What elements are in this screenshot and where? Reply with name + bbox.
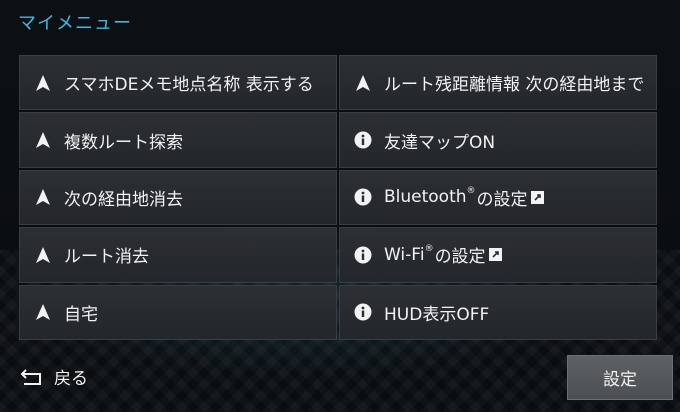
navigation-arrow-icon [354,74,372,92]
menu-item-label: 友達マップON [384,132,496,153]
menu-item-home[interactable]: 自宅 [19,284,337,340]
menu-item-label: Bluetooth ® の設定 [384,185,544,210]
navigation-arrow-icon [34,246,52,264]
label-main: Bluetooth [384,187,467,208]
info-icon [354,188,372,206]
menu-item-label: 自宅 [64,304,98,325]
menu-item-delete-next-waypoint[interactable]: 次の経由地消去 [19,169,337,226]
external-link-icon [530,190,544,204]
menu-item-label: ルート残距離情報 次の経由地まで [384,75,645,96]
info-icon [354,303,372,321]
menu-item-delete-route[interactable]: ルート消去 [19,227,337,283]
menu-item-friend-map-on[interactable]: 友達マップON [339,112,657,168]
menu-item-label: ルート消去 [64,247,149,268]
menu-grid: スマホDEメモ地点名称 表示する ルート残距離情報 次の経由地まで 複数ルート探… [18,55,658,342]
page-title: マイメニュー [18,13,132,34]
menu-item-multi-route-search[interactable]: 複数ルート探索 [19,112,337,168]
label-suffix: の設定 [434,247,486,268]
menu-item-label: HUD表示OFF [384,304,490,325]
menu-item-label: Wi-Fi ® の設定 [384,242,502,267]
navigation-arrow-icon [34,188,52,206]
menu-item-label: 複数ルート探索 [64,132,183,153]
navigation-arrow-icon [34,131,52,149]
settings-button[interactable]: 設定 [567,355,673,400]
menu-item-route-remaining-distance[interactable]: ルート残距離情報 次の経由地まで [339,55,657,111]
my-menu-screen: マイメニュー スマホDEメモ地点名称 表示する ルート残距離情報 次の経由地まで… [0,0,680,412]
menu-item-label: スマホDEメモ地点名称 表示する [64,75,314,96]
info-icon [354,246,372,264]
menu-item-wifi-settings[interactable]: Wi-Fi ® の設定 [339,227,657,283]
menu-item-hud-display-off[interactable]: HUD表示OFF [339,284,657,340]
back-label: 戻る [54,369,88,389]
settings-label: 設定 [603,370,637,390]
menu-item-smartphone-memo[interactable]: スマホDEメモ地点名称 表示する [19,55,337,111]
label-suffix: の設定 [476,189,528,210]
registered-mark: ® [466,186,476,197]
navigation-arrow-icon [34,303,52,321]
navigation-arrow-icon [34,74,52,92]
menu-item-label: 次の経由地消去 [64,189,183,210]
label-main: Wi-Fi [384,244,425,265]
menu-item-bluetooth-settings[interactable]: Bluetooth ® の設定 [339,169,657,226]
registered-mark: ® [424,243,434,254]
return-arrow-icon [20,368,41,385]
back-button[interactable]: 戻る [20,364,88,389]
external-link-icon [488,248,502,262]
info-icon [354,131,372,149]
